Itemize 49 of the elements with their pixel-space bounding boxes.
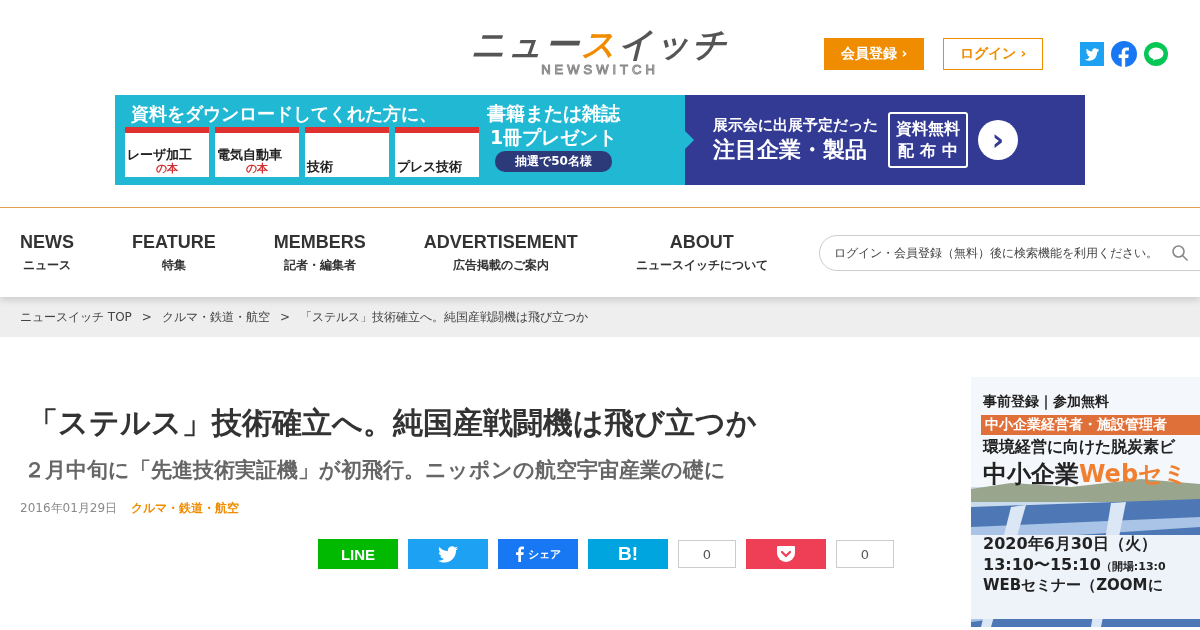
nav-item[interactable]: ABOUT ニュースイッチについて — [635, 231, 768, 274]
nav-item[interactable]: FEATURE 特集 — [132, 231, 216, 274]
ad-time: 13:10〜15:10（開場:13:0 — [983, 555, 1167, 576]
ad-text: WEBセミナー（ZOOMに — [983, 576, 1164, 595]
pocket-share-button[interactable] — [746, 539, 826, 569]
nav-item[interactable]: ADVERTISEMENT 広告掲載のご案内 — [423, 231, 578, 274]
book-cover: 技術 — [305, 127, 389, 177]
nav-item[interactable]: NEWS ニュース — [20, 231, 74, 274]
ad-text: 環境経営に向けた脱炭素ビ — [983, 437, 1177, 458]
breadcrumb-separator: > — [141, 310, 152, 324]
breadcrumb-link[interactable]: クルマ・鉄道・航空 — [161, 308, 270, 326]
free-badge: 資料無料 配 布 中 — [888, 112, 968, 168]
seminar-ad[interactable]: 事前登録｜参加無料 中小企業経営者・施設管理者 環境経営に向けた脱炭素ビ 中小企業Webセミ 2020年6月30日（火） 13:10〜15:10（開場:13:0 WEBセミナー（ZOOMに — [971, 377, 1200, 627]
pointer-triangle — [685, 131, 694, 149]
share-count: 0 — [836, 540, 894, 568]
banner-text: 展示会に出展予定だった — [713, 115, 878, 135]
offer-text: 1冊プレゼント — [489, 125, 618, 149]
article-title: 「ステルス」技術確立へ。純国産戦闘機は飛び立つか — [28, 404, 758, 442]
ad-label: 中小企業経営者・施設管理者 — [981, 415, 1200, 435]
twitter-share-button[interactable] — [408, 539, 488, 569]
share-count: 0 — [678, 540, 736, 568]
lottery-label: 抽選で50名様 — [495, 151, 612, 172]
breadcrumb-link[interactable]: 「ステルス」技術確立へ。純国産戦闘機は飛び立つか — [299, 308, 588, 326]
book-cover: レーザ加工 の本 — [125, 127, 209, 177]
twitter-icon[interactable] — [1080, 42, 1104, 66]
banner-title: 注目企業・製品 — [713, 135, 868, 164]
arrow-button[interactable]: › — [978, 120, 1018, 160]
pocket-icon — [776, 545, 796, 563]
nav-item[interactable]: MEMBERS 記者・編集者 — [273, 231, 366, 274]
article-subtitle: ２月中旬に「先進技術実証機」が初飛行。ニッポンの航空宇宙産業の礎に — [24, 457, 727, 484]
ad-text: 事前登録｜参加無料 — [983, 393, 1110, 411]
ad-title: 中小企業Webセミ — [983, 459, 1190, 490]
logo-text[interactable]: ニュー — [471, 24, 581, 64]
f-icon — [515, 546, 524, 562]
publish-date: 2016年01月29日 — [20, 500, 118, 517]
breadcrumb-link[interactable]: ニュースイッチ TOP — [20, 308, 132, 326]
bird-icon — [438, 545, 458, 563]
book-cover: プレス技術 — [395, 127, 479, 177]
banner-headline: 資料をダウンロードしてくれた方に、 — [130, 102, 437, 126]
breadcrumb-separator: > — [279, 310, 290, 324]
facebook-share-button[interactable]: シェア — [498, 539, 578, 569]
facebook-icon[interactable] — [1111, 41, 1137, 67]
search-icon[interactable] — [1171, 243, 1189, 262]
offer-text: 書籍または雑誌 — [487, 101, 620, 125]
logo-subtext[interactable]: NEWSWITCH — [471, 62, 729, 77]
search-field[interactable]: ログイン・会員登録（無料）後に検索機能を利用ください。 — [819, 234, 1200, 271]
book-cover: 電気自動車 の本 — [215, 127, 299, 177]
ad-date: 2020年6月30日（火） — [983, 534, 1158, 555]
logo-text[interactable]: イッチ — [618, 24, 729, 64]
